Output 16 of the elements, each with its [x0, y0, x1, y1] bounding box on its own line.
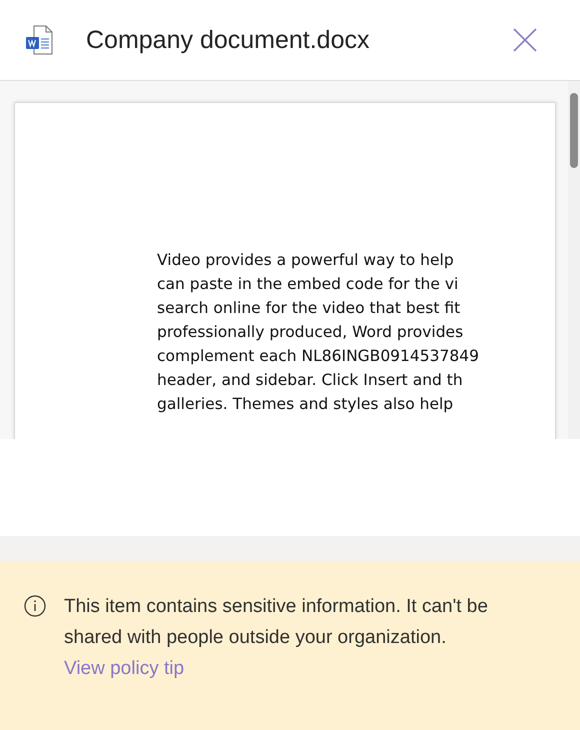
- word-document-icon: [25, 25, 53, 55]
- document-text-line: Video provides a powerful way to help: [157, 250, 455, 271]
- document-text-line: professionally produced, Word provides: [157, 322, 464, 343]
- scrollbar[interactable]: [568, 81, 580, 439]
- view-policy-tip-link[interactable]: View policy tip: [64, 658, 184, 679]
- document-text-line: galleries. Themes and styles also help: [157, 394, 454, 415]
- document-title: Company document.docx: [86, 26, 370, 54]
- scrollbar-thumb[interactable]: [570, 93, 578, 168]
- document-text-line: can paste in the embed code for the vi: [157, 274, 460, 295]
- document-text-line: complement each NL86INGB0914537849: [157, 346, 480, 367]
- close-icon: [513, 28, 537, 52]
- policy-message: This item contains sensitive information. It can't be shared with people outside your organization.: [64, 595, 489, 650]
- document-text-line: search online for the video that best fit: [157, 298, 462, 319]
- document-text-line: header, and sidebar. Click Insert and th: [157, 370, 464, 391]
- info-icon: [24, 595, 46, 617]
- close-button[interactable]: [513, 28, 537, 52]
